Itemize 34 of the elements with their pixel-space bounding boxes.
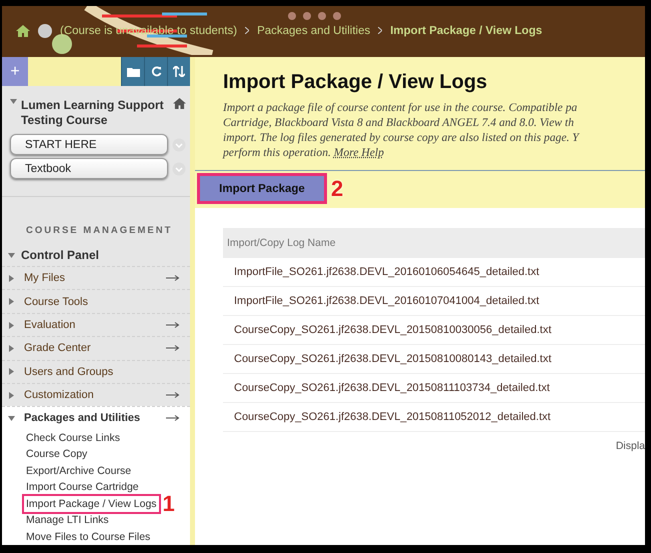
course-title: Lumen Learning Support Testing Course [21,98,165,128]
table-footer-text: Displa [616,440,645,452]
submenu-item[interactable]: Export/Archive Course [26,464,132,477]
submenu-item[interactable]: Manage LTI Links [26,514,109,526]
log-name-cell[interactable]: ImportFile_SO261.jf2638.DEVL_20160107041004_detailed.txt [223,287,645,316]
menu-item[interactable]: Users and Groups [24,366,180,378]
step-number: 2 [331,178,344,200]
import-package-button[interactable]: Import Package [197,173,327,204]
menu-item[interactable]: Evaluation [24,319,157,331]
submenu-item[interactable]: Course Copy [26,448,88,460]
log-name-cell[interactable]: CourseCopy_SO261.jf2638.DEVL_20150811103734_detailed.txt [223,374,645,403]
log-name-cell[interactable]: ImportFile_SO261.jf2638.DEVL_20160106054645_detailed.txt [223,258,645,287]
page-title: Import Package / View Logs [223,71,488,94]
breadcrumb-item[interactable]: Packages and Utilities [257,24,370,36]
page-description: Import a package file of course content for use in the course. Compatible pa Cartridge, Blackboard Vista 8 and Blackboard ANGEL 7.4 and 8.0. View th import. The log files generated by course copy are also listed on this page. Y perform this operation. More Help [223,100,581,160]
course-link-button[interactable]: START HERE [10,134,168,156]
log-name-cell[interactable]: CourseCopy_SO261.jf2638.DEVL_20150810030056_detailed.txt [223,316,645,345]
column-header[interactable]: Import/Copy Log Name [223,228,645,258]
step-number: 1 [162,492,175,515]
submenu-item[interactable]: Import Package / View Logs [22,494,161,514]
menu-item[interactable]: Customization [24,389,157,402]
menu-item[interactable]: Course Tools [24,296,180,308]
submenu-item[interactable]: Check Course Links [26,432,120,444]
log-name-cell[interactable]: CourseCopy_SO261.jf2638.DEVL_20150811052012_detailed.txt [223,403,645,432]
menu-item[interactable]: My Files [24,272,157,284]
breadcrumb-item: Import Package / View Logs [390,24,542,36]
menu-item[interactable]: Grade Center [24,342,157,354]
section-heading: COURSE MANAGEMENT [26,225,174,236]
course-link-button[interactable]: Textbook [10,158,168,180]
panel-title: Control Panel [21,248,100,262]
log-name-cell[interactable]: CourseCopy_SO261.jf2638.DEVL_20150810080143_detailed.txt [223,345,645,374]
help-link[interactable]: More Help [334,146,384,159]
submenu-item[interactable]: Import Course Cartridge [26,481,139,494]
submenu-item[interactable]: Move Files to Course Files [26,530,150,543]
